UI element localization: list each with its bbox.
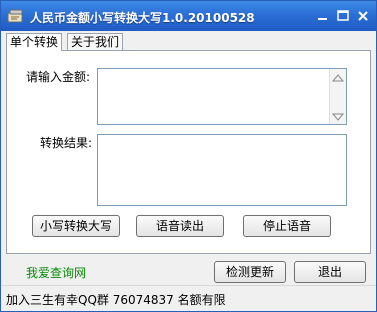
app-icon — [7, 8, 25, 24]
maximize-button[interactable] — [335, 8, 351, 24]
result-label: 转换结果: — [40, 136, 93, 150]
status-text: 加入三生有幸QQ群 76074837 名额有限 — [6, 293, 226, 307]
app-window: 人民币金额小写转换大写1.0.20100528 单个转换 关于我们 请输入金额: — [0, 0, 377, 312]
amount-input[interactable] — [97, 68, 347, 125]
read-aloud-button[interactable]: 语音读出 — [136, 215, 224, 237]
amount-scrollbar[interactable] — [329, 69, 346, 124]
window-title: 人民币金额小写转换大写1.0.20100528 — [30, 11, 255, 25]
website-link[interactable]: 我爱查询网 — [26, 264, 86, 281]
scroll-down-icon[interactable] — [331, 111, 345, 121]
tab-about-us[interactable]: 关于我们 — [67, 33, 124, 50]
close-button[interactable] — [355, 8, 371, 24]
title-bar[interactable]: 人民币金额小写转换大写1.0.20100528 — [1, 1, 376, 31]
amount-label: 请输入金额: — [26, 70, 91, 84]
result-output[interactable] — [97, 134, 347, 206]
check-update-button[interactable]: 检测更新 — [214, 261, 286, 283]
exit-button[interactable]: 退出 — [294, 261, 366, 283]
stop-voice-button[interactable]: 停止语音 — [243, 215, 331, 237]
status-bar: 加入三生有幸QQ群 76074837 名额有限 — [1, 285, 376, 311]
scroll-up-icon[interactable] — [331, 72, 345, 82]
convert-button[interactable]: 小写转换大写 — [32, 215, 120, 237]
tab-single-convert[interactable]: 单个转换 — [6, 33, 63, 51]
tab-panel: 请输入金额: 转换结果: 小写转换大写 语音读出 停止语音 — [6, 50, 371, 254]
minimize-button[interactable] — [315, 8, 331, 24]
